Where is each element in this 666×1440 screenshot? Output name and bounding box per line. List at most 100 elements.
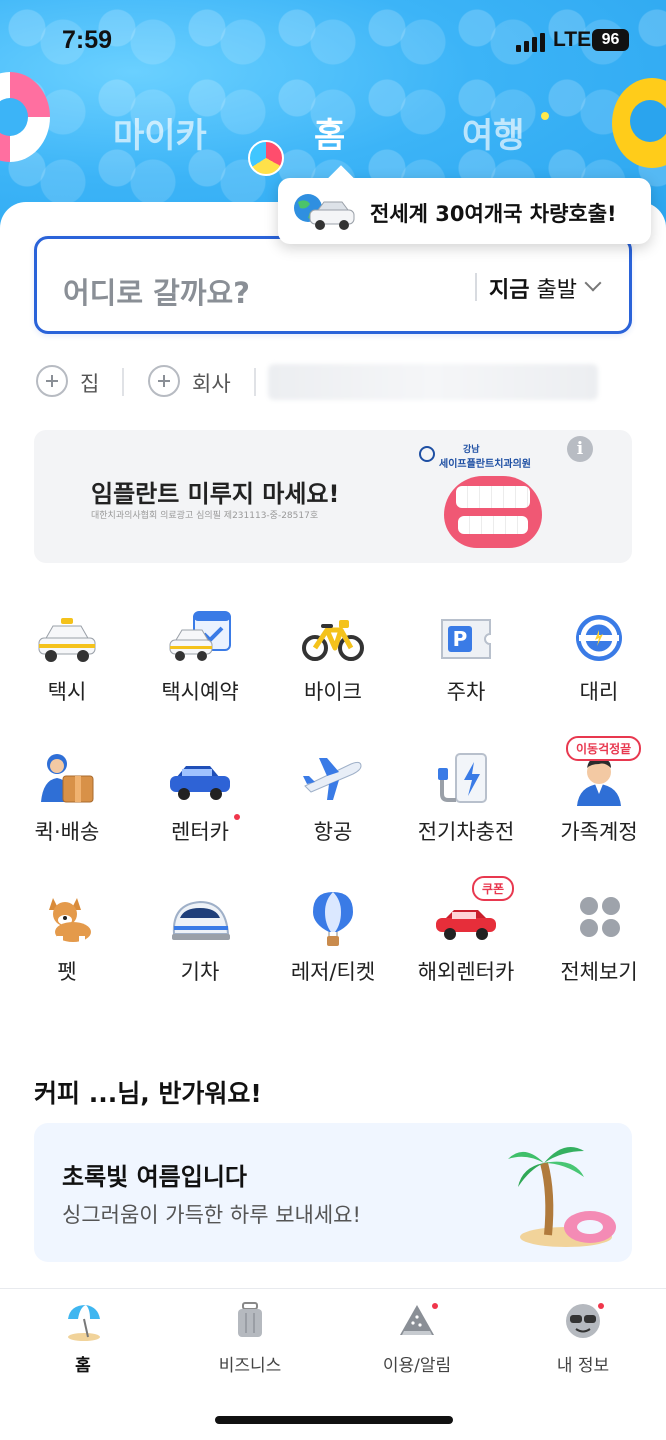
service-train[interactable]: 기차 — [145, 890, 255, 1000]
ad-brand-name: 세이프플란트치과의원 — [439, 459, 531, 470]
service-label: 레저/티켓 — [290, 960, 376, 984]
service-airplane[interactable]: 항공 — [278, 750, 388, 860]
service-view-all[interactable]: 전체보기 — [544, 890, 654, 1000]
notification-dot — [598, 1303, 604, 1309]
status-bar: 7:59 LTE 96 — [0, 22, 666, 62]
nav-label: 비즈니스 — [218, 1356, 282, 1376]
airplane-icon — [303, 758, 362, 800]
nav-my-info[interactable]: 내 정보 — [518, 1301, 648, 1381]
service-taxi-reservation[interactable]: 택시예약 — [145, 610, 255, 720]
search-placeholder: 어디로 갈까요? — [63, 276, 250, 310]
service-label: 퀵·배송 — [34, 820, 100, 844]
teeth-illustration — [444, 476, 542, 548]
tab-travel[interactable]: 여행 — [462, 108, 525, 157]
add-work-button[interactable]: 회사 — [148, 362, 258, 402]
service-pet[interactable]: 펫 — [12, 890, 122, 1000]
service-label: 대리 — [579, 680, 619, 704]
svg-text:P: P — [453, 627, 468, 651]
taxi-icon — [38, 618, 96, 662]
designated-driver-icon — [576, 615, 622, 661]
service-bike[interactable]: 바이크 — [278, 610, 388, 720]
service-overseas-rental[interactable]: 해외렌터카 — [411, 890, 521, 1000]
promo-card[interactable]: 초록빛 여름입니다 싱그러움이 가득한 하루 보내세요! — [34, 1123, 632, 1262]
promo-title: 초록빛 여름입니다 — [62, 1163, 247, 1191]
service-label: 택시예약 — [161, 680, 239, 704]
nav-label: 이용/알림 — [382, 1356, 452, 1376]
service-label: 주차 — [446, 680, 486, 704]
new-badge-dot — [234, 814, 240, 820]
view-all-icon — [580, 897, 620, 937]
taxi-reservation-icon — [169, 611, 231, 661]
tab-mycar[interactable]: 마이카 — [113, 108, 207, 157]
nav-business[interactable]: 비즈니스 — [185, 1301, 315, 1381]
depart-time-selector[interactable]: 지금 출발 — [489, 272, 577, 304]
top-tab-bar: 마이카 홈 여행 — [0, 108, 666, 158]
quick-delivery-icon — [41, 754, 94, 803]
signal-icon — [516, 32, 546, 52]
quick-place-label: 집 — [80, 372, 100, 396]
service-label: 해외렌터카 — [417, 960, 515, 984]
status-time: 7:59 — [62, 26, 113, 54]
pet-icon — [49, 898, 91, 946]
coupon-bubble: 쿠폰 — [472, 876, 515, 901]
nav-label: 홈 — [75, 1356, 91, 1376]
service-taxi[interactable]: 택시 — [12, 610, 122, 720]
destination-search[interactable]: 어디로 갈까요? 지금 출발 — [34, 236, 632, 334]
home-indicator — [215, 1416, 453, 1424]
rental-car-icon — [170, 766, 230, 800]
watermelon-icon — [400, 1305, 434, 1335]
service-label: 바이크 — [304, 680, 362, 704]
clinic-logo-icon — [419, 446, 435, 462]
promo-subtitle: 싱그러움이 가득한 하루 보내세요! — [62, 1203, 361, 1227]
service-quick-delivery[interactable]: 퀵·배송 — [12, 750, 122, 860]
nav-home[interactable]: 홈 — [18, 1301, 148, 1381]
chevron-down-icon[interactable] — [584, 274, 602, 292]
ad-disclaimer: 대한치과의사협회 의료광고 심의필 제231113-중-28517호 — [91, 511, 319, 521]
ad-brand: 강남 세이프플란트치과의원 — [419, 442, 531, 470]
nav-usage-alerts[interactable]: 이용/알림 — [352, 1301, 482, 1381]
sunglasses-face-icon — [566, 1304, 600, 1338]
depart-now-label: 지금 — [489, 278, 530, 303]
notification-dot — [432, 1303, 438, 1309]
global-ride-tooltip[interactable]: 전세계 30여개국 차량호출! — [278, 178, 651, 244]
leisure-ticket-icon — [313, 892, 353, 946]
tooltip-text: 전세계 30여개국 차량호출! — [370, 202, 617, 226]
parking-icon: P — [441, 619, 491, 659]
plus-icon — [148, 365, 180, 397]
service-ev-charging[interactable]: 전기차충전 — [411, 750, 521, 860]
beach-umbrella-icon — [68, 1305, 100, 1341]
globe-car-icon — [294, 194, 355, 230]
quick-place-label: 회사 — [192, 372, 231, 396]
service-designated-driver[interactable]: 대리 — [544, 610, 654, 720]
ad-brand-region: 강남 — [463, 445, 480, 455]
ad-banner[interactable]: 임플란트 미루지 마세요! 대한치과의사협회 의료광고 심의필 제231113-… — [34, 430, 632, 563]
service-label: 렌터카 — [171, 820, 229, 844]
ev-charging-icon — [438, 753, 487, 803]
promo-bubble: 이동걱정끝 — [566, 736, 642, 761]
tab-home[interactable]: 홈 — [314, 108, 345, 157]
service-rental-car[interactable]: 렌터카 — [145, 750, 255, 860]
network-label: LTE — [553, 28, 592, 51]
suitcase-icon — [238, 1302, 262, 1337]
search-divider — [475, 273, 477, 301]
tab-travel-new-dot — [541, 112, 549, 120]
greeting-text: 커피 ...님, 반가워요! — [34, 1079, 262, 1108]
palm-tree-icon — [508, 1147, 616, 1247]
service-label: 전체보기 — [560, 960, 638, 984]
quick-places-row: 집 회사 — [36, 362, 636, 404]
depart-label: 출발 — [529, 278, 577, 303]
train-icon — [172, 900, 230, 940]
add-home-button[interactable]: 집 — [36, 362, 116, 402]
battery-icon: 96 — [592, 29, 629, 51]
info-icon[interactable]: i — [567, 436, 593, 462]
service-label: 택시 — [47, 680, 87, 704]
service-label: 기차 — [180, 960, 220, 984]
service-parking[interactable]: P 주차 — [411, 610, 521, 720]
service-family-account[interactable]: 가족계정 — [544, 750, 654, 860]
recent-places-blurred[interactable] — [268, 364, 598, 400]
quick-divider — [122, 368, 124, 396]
bike-icon — [302, 620, 364, 661]
service-leisure-ticket[interactable]: 레저/티켓 — [278, 890, 388, 1000]
service-label: 가족계정 — [560, 820, 638, 844]
quick-divider — [254, 368, 256, 396]
